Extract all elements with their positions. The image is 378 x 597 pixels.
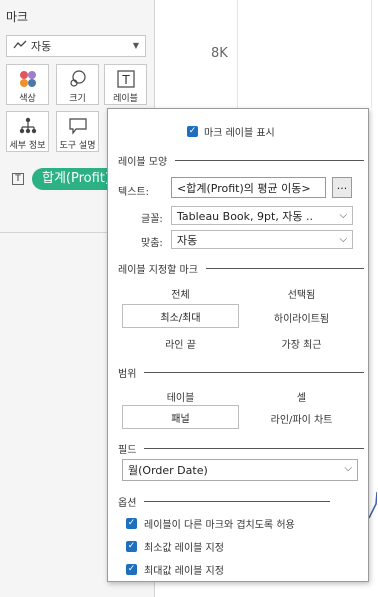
marks-title: 마크 bbox=[6, 10, 29, 24]
section-appearance: 레이블 모양 bbox=[118, 153, 364, 168]
divider bbox=[144, 372, 364, 373]
chart-line-segment bbox=[369, 491, 377, 519]
section-options: 옵션 bbox=[118, 494, 330, 509]
section-appearance-title: 레이블 모양 bbox=[118, 157, 168, 168]
section-options-title: 옵션 bbox=[118, 498, 137, 509]
tooltip-tile[interactable]: 도구 설명 bbox=[56, 111, 99, 152]
color-tile[interactable]: 색상 bbox=[6, 64, 49, 105]
section-field: 필드 bbox=[118, 441, 364, 456]
section-marks-to-label: 레이블 지정할 마크 bbox=[118, 261, 364, 276]
marks-option-most-recent[interactable]: 가장 최근 bbox=[243, 336, 360, 351]
text-type-icon: T bbox=[12, 173, 24, 185]
detail-tile[interactable]: 세부 정보 bbox=[6, 111, 49, 152]
option-label-maximum[interactable]: ✓ 최대값 레이블 지정 bbox=[126, 562, 224, 577]
marks-option-line-ends[interactable]: 라인 끝 bbox=[122, 336, 239, 351]
divider bbox=[175, 160, 364, 161]
show-mark-labels-option[interactable]: ✓ 마크 레이블 표시 bbox=[187, 124, 275, 139]
font-dropdown-value: Tableau Book, 9pt, 자동 .. bbox=[177, 209, 314, 223]
section-marks-title: 레이블 지정할 마크 bbox=[118, 265, 198, 276]
detail-icon bbox=[18, 116, 38, 136]
text-field[interactable]: <합계(Profit)의 평균 이동> bbox=[171, 177, 326, 198]
show-mark-labels-label: 마크 레이블 표시 bbox=[204, 128, 275, 139]
mark-type-value: 자동 bbox=[31, 40, 52, 53]
field-dropdown[interactable]: 월(Order Date) ⌵ bbox=[122, 459, 358, 481]
scope-option-table[interactable]: 테이블 bbox=[122, 389, 239, 404]
marks-option-all[interactable]: 전체 bbox=[122, 286, 239, 301]
field-dropdown-value: 월(Order Date) bbox=[128, 464, 208, 477]
size-tile[interactable]: 크기 bbox=[56, 64, 99, 105]
size-tile-label: 크기 bbox=[69, 94, 86, 104]
alignment-dropdown[interactable]: 자동 ⌵ bbox=[171, 230, 353, 249]
size-icon bbox=[68, 69, 88, 89]
label-settings-popup: ✓ 마크 레이블 표시 레이블 모양 텍스트: <합계(Profit)의 평균 … bbox=[107, 108, 369, 582]
text-row-label: 텍스트: bbox=[118, 187, 149, 198]
alignment-dropdown-value: 자동 bbox=[177, 233, 198, 247]
tooltip-tile-label: 도구 설명 bbox=[59, 141, 96, 151]
option-allow-overlap[interactable]: ✓ 레이블이 다른 마크와 겹치도록 허용 bbox=[126, 516, 295, 531]
section-scope: 범위 bbox=[118, 365, 364, 380]
marks-option-min-max[interactable]: 최소/최대 bbox=[122, 304, 239, 328]
y-axis-tick-label: 8K bbox=[211, 46, 228, 61]
scope-option-pane[interactable]: 패널 bbox=[122, 405, 239, 429]
scope-option-line-pie-chart[interactable]: 라인/파이 차트 bbox=[243, 411, 360, 426]
chevron-down-icon: ⌵ bbox=[339, 210, 347, 221]
section-field-title: 필드 bbox=[118, 445, 137, 456]
color-tile-label: 색상 bbox=[19, 94, 36, 104]
text-field-value: <합계(Profit)의 평균 이동> bbox=[177, 181, 311, 195]
detail-tile-label: 세부 정보 bbox=[9, 141, 46, 151]
chevron-down-icon: ⌵ bbox=[344, 463, 352, 474]
section-scope-title: 범위 bbox=[118, 369, 137, 380]
marks-option-selected[interactable]: 선택됨 bbox=[243, 286, 360, 301]
label-minimum-label: 최소값 레이블 지정 bbox=[144, 543, 224, 554]
show-mark-labels-checkbox[interactable]: ✓ bbox=[187, 126, 198, 137]
option-label-minimum[interactable]: ✓ 최소값 레이블 지정 bbox=[126, 539, 224, 554]
gridline bbox=[371, 0, 372, 108]
font-dropdown[interactable]: Tableau Book, 9pt, 자동 .. ⌵ bbox=[171, 206, 353, 225]
gridline bbox=[237, 0, 238, 108]
allow-overlap-label: 레이블이 다른 마크와 겹치도록 허용 bbox=[144, 520, 295, 531]
label-maximum-label: 최대값 레이블 지정 bbox=[144, 566, 224, 577]
font-row-label: 글꼴: bbox=[141, 214, 163, 225]
label-maximum-checkbox[interactable]: ✓ bbox=[126, 564, 137, 575]
automatic-mark-icon bbox=[13, 40, 27, 53]
chevron-down-icon: ▼ bbox=[132, 41, 139, 50]
divider bbox=[144, 448, 364, 449]
marks-option-highlighted[interactable]: 하이라이트됨 bbox=[243, 310, 360, 325]
label-tile[interactable]: T 레이블 bbox=[104, 64, 147, 105]
allow-overlap-checkbox[interactable]: ✓ bbox=[126, 518, 137, 529]
divider bbox=[144, 501, 330, 502]
text-edit-button[interactable]: ... bbox=[332, 177, 352, 198]
divider bbox=[205, 268, 364, 269]
label-icon: T bbox=[116, 69, 136, 89]
label-minimum-checkbox[interactable]: ✓ bbox=[126, 541, 137, 552]
svg-text:T: T bbox=[121, 73, 130, 87]
tooltip-icon bbox=[68, 116, 88, 136]
chevron-down-icon: ⌵ bbox=[339, 234, 347, 245]
color-icon bbox=[18, 69, 38, 89]
alignment-row-label: 맞춤: bbox=[141, 238, 163, 249]
mark-type-dropdown[interactable]: 자동 ▼ bbox=[6, 35, 146, 57]
scope-option-cell[interactable]: 셀 bbox=[243, 389, 360, 404]
label-tile-label: 레이블 bbox=[113, 94, 138, 104]
